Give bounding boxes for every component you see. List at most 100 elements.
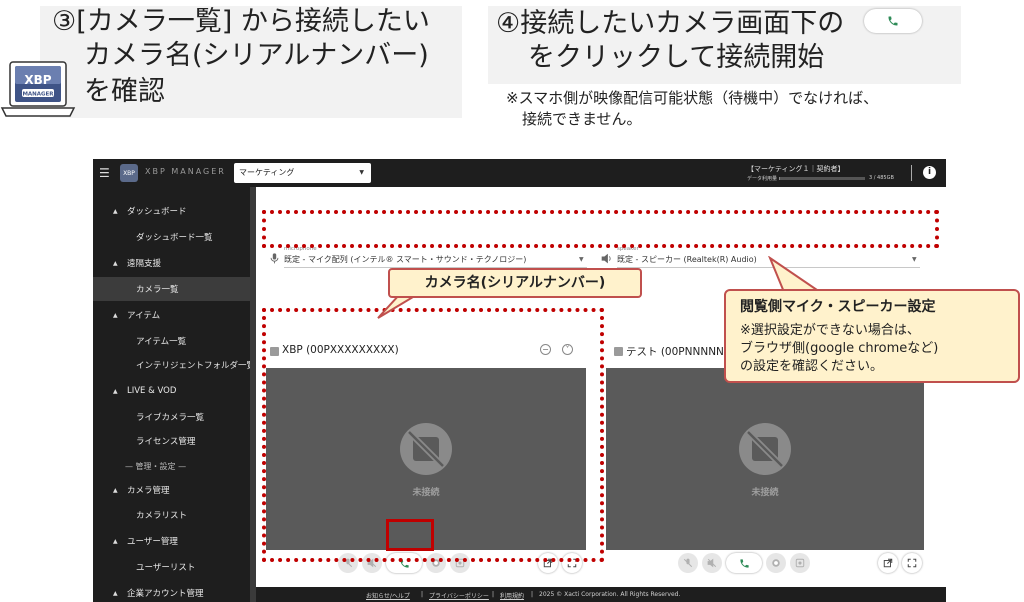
sidebar-item[interactable]: ダッシュボード一覧: [93, 225, 250, 249]
footer-separator: |: [421, 591, 424, 598]
phone-icon: [739, 558, 749, 568]
sidebar-item[interactable]: ▲ LIVE & VOD: [93, 379, 250, 403]
sidebar-item[interactable]: インテリジェントフォルダ一覧: [93, 353, 255, 377]
mic-off-icon: [683, 558, 693, 568]
sidebar-item[interactable]: ライブカメラ一覧: [93, 405, 250, 429]
record-button[interactable]: [766, 553, 786, 573]
sidebar-item[interactable]: ▲ 遠隔支援: [93, 251, 250, 275]
speaker-select[interactable]: 既定 - スピーカー (Realtek(R) Audio): [617, 254, 757, 265]
popout-button[interactable]: [878, 553, 898, 573]
sidebar-item-label: インテリジェントフォルダ一覧: [136, 361, 256, 371]
step4-line2: をクリックして接続開始: [528, 42, 825, 73]
caret-down-icon: ▼: [359, 169, 364, 176]
step3-line2: カメラ名(シリアルナンバー): [84, 40, 429, 71]
sidebar-section-divider: — 管理・設定 —: [125, 462, 187, 471]
footer-separator: |: [492, 591, 495, 598]
sidebar-item-label: カメラリスト: [136, 511, 188, 521]
sidebar-item[interactable]: ▲ カメラ管理: [93, 478, 250, 502]
caret-down-icon: ▼: [912, 256, 917, 263]
sidebar: ▲ ダッシュボード ダッシュボード一覧 ▲ 遠隔支援 カメラ一覧 ▲ アイテム アイテム一覧 イン…: [93, 187, 256, 602]
step4-note2: 接続できません。: [522, 110, 642, 128]
camera-video-area: 未接続: [606, 368, 924, 550]
sidebar-item[interactable]: ▲ ユーザー管理: [93, 529, 250, 553]
microphone-select[interactable]: 既定 - マイク配列 (インテル® スマート・サウンド・テクノロジー): [284, 254, 526, 265]
fullscreen-button[interactable]: [902, 553, 922, 573]
microphone-icon: [270, 253, 279, 264]
speaker-icon: [601, 253, 611, 264]
sidebar-item-label: ダッシュボード: [127, 207, 187, 217]
record-icon: [772, 559, 780, 567]
logo-text-bottom: MANAGER: [22, 92, 54, 98]
phone-icon: [888, 16, 898, 26]
sidebar-item-label: ユーザー管理: [127, 537, 178, 547]
sidebar-item[interactable]: ▲ アイテム: [93, 303, 250, 327]
collapse-triangle-icon: ▲: [113, 486, 118, 494]
camera-checkbox[interactable]: [614, 347, 623, 356]
sidebar-item-label: ダッシュボード一覧: [136, 233, 213, 243]
snapshot-icon: [795, 558, 805, 568]
sidebar-item-label: ライセンス管理: [136, 437, 196, 447]
sidebar-item-label: カメラ一覧: [136, 285, 179, 295]
privacy-link[interactable]: プライバシーポリシー: [429, 591, 489, 600]
footer-separator: |: [531, 591, 534, 598]
app-logo: XBP: [120, 164, 138, 182]
copyright: 2025 © Xacti Corporation. All Rights Res…: [539, 591, 681, 598]
top-bar: ☰ XBP XBP MANAGER マーケティング ▼ 【マーケティング１｜契約…: [93, 159, 946, 187]
snapshot-button[interactable]: [790, 553, 810, 573]
hamburger-menu-icon[interactable]: ☰: [99, 166, 110, 180]
terms-link[interactable]: 利用規約: [500, 591, 524, 600]
contract-label: 【マーケティング１｜契約者】: [747, 165, 845, 173]
org-select-value: マーケティング: [239, 168, 295, 177]
sidebar-item[interactable]: ▲ 企業アカウント管理: [93, 581, 250, 602]
collapse-triangle-icon: ▲: [113, 589, 118, 597]
popout-icon: [883, 558, 893, 568]
camera-name-callout: カメラ名(シリアルナンバー): [388, 268, 642, 298]
sidebar-item[interactable]: アイテム一覧: [93, 329, 250, 353]
connection-status: 未接続: [751, 488, 779, 498]
collapse-triangle-icon: ▲: [113, 537, 118, 545]
sidebar-item[interactable]: ▲ ダッシュボード: [93, 199, 250, 223]
usage-bar: [779, 177, 865, 180]
usage-bar-fill: [779, 177, 780, 180]
caret-down-icon: ▼: [579, 256, 584, 263]
footer: お知らせ/ヘルプ | プライバシーポリシー | 利用規約 | 2025 © Xa…: [256, 587, 946, 602]
step4-note1: ※スマホ側が映像配信可能状態（待機中）でなければ、: [506, 89, 879, 107]
collapse-triangle-icon: ▲: [113, 207, 118, 215]
mic-off-button[interactable]: [678, 553, 698, 573]
device-settings-callout: 閲覧側マイク・スピーカー設定 ※選択設定ができない場合は、 ブラウザ側(goog…: [724, 289, 1020, 383]
callout-line2: ブラウザ側(google chromeなど): [740, 341, 939, 356]
sidebar-item-label: LIVE & VOD: [127, 386, 177, 396]
fullscreen-icon: [907, 558, 917, 568]
collapse-triangle-icon: ▲: [113, 387, 118, 395]
logo-text-top: XBP: [24, 73, 51, 87]
sidebar-item-label: 遠隔支援: [127, 259, 162, 269]
sidebar-item[interactable]: ユーザーリスト: [93, 555, 250, 579]
callout-line3: の設定を確認ください。: [740, 359, 884, 374]
sidebar-item[interactable]: ライセンス管理: [93, 429, 250, 453]
callout-line1: ※選択設定ができない場合は、: [740, 323, 920, 338]
speaker-off-button[interactable]: [702, 553, 722, 573]
callout-pointer: [377, 294, 420, 319]
sidebar-item-label: ライブカメラ一覧: [136, 413, 205, 423]
speaker-off-icon: [707, 558, 717, 568]
collapse-triangle-icon: ▲: [113, 259, 118, 267]
sidebar-item[interactable]: カメラリスト: [93, 503, 250, 527]
xbp-manager-logo: XBP MANAGER: [0, 61, 76, 117]
help-link[interactable]: お知らせ/ヘルプ: [366, 591, 410, 600]
step3-line3: を確認: [84, 76, 165, 107]
sidebar-item-label: 企業アカウント管理: [127, 589, 204, 599]
info-icon[interactable]: i: [923, 166, 936, 179]
usage-label: データ利用量: [747, 176, 778, 182]
call-button-example: [864, 9, 922, 33]
app-title: XBP MANAGER: [145, 167, 226, 176]
sidebar-item-label: アイテム: [127, 311, 161, 321]
sidebar-item-label: カメラ管理: [127, 486, 170, 496]
device-settings-highlight: [262, 210, 939, 248]
step3-line1: ③[カメラ一覧] から接続したい: [52, 6, 430, 37]
call-button-highlight: [386, 519, 434, 551]
org-select[interactable]: マーケティング ▼: [234, 163, 371, 183]
call-button[interactable]: [726, 553, 762, 573]
sidebar-item-label: アイテム一覧: [136, 337, 187, 347]
sidebar-item[interactable]: カメラ一覧: [93, 277, 250, 301]
callout-title: 閲覧側マイク・スピーカー設定: [740, 299, 936, 315]
